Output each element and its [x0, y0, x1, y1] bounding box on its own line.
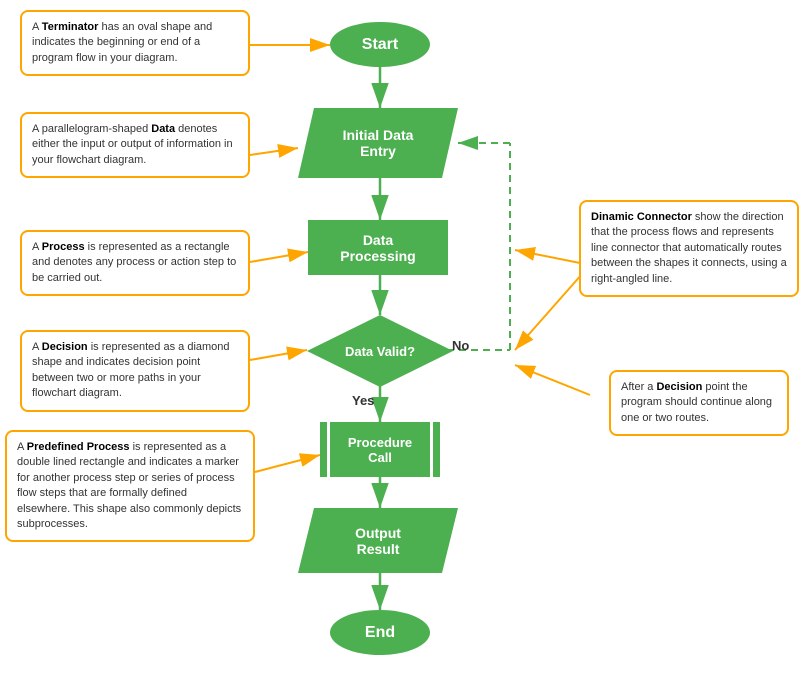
initial-data-label: Initial DataEntry: [343, 127, 414, 159]
callout-predefined-text: is represented as a double lined rectang…: [17, 441, 241, 530]
no-label: No: [452, 338, 469, 353]
data-valid-label: Data Valid?: [345, 344, 415, 359]
callout-data-bold: Data: [151, 123, 175, 135]
callout-predefined-bold: Predefined Process: [27, 441, 130, 453]
data-valid-shape: Data Valid?: [307, 315, 453, 387]
output-result-label: OutputResult: [355, 525, 401, 557]
callout-predefined: A Predefined Process is represented as a…: [5, 430, 255, 542]
data-processing-label: DataProcessing: [340, 232, 415, 264]
callout-decision: A Decision is represented as a diamond s…: [20, 330, 250, 412]
callout-decision-route: After a Decision point the program shoul…: [609, 370, 789, 436]
start-label: Start: [362, 36, 398, 54]
data-processing-shape: DataProcessing: [308, 220, 448, 275]
callout-decision-route-prefix: After a: [621, 381, 656, 393]
yes-label: Yes: [352, 393, 374, 408]
callout-terminator-bold: Terminator: [42, 21, 99, 33]
output-result-shape: OutputResult: [298, 508, 458, 573]
procedure-call-label: ProcedureCall: [348, 435, 412, 465]
flowchart-container: A Terminator has an oval shape and indic…: [0, 0, 809, 680]
callout-data-prefix: A parallelogram-shaped: [32, 123, 151, 135]
callout-decision-route-bold: Decision: [656, 381, 702, 393]
initial-data-shape: Initial DataEntry: [298, 108, 458, 178]
callout-process-prefix: A: [32, 241, 42, 253]
end-shape: End: [330, 610, 430, 655]
callout-process: A Process is represented as a rectangle …: [20, 230, 250, 296]
callout-process-bold: Process: [42, 241, 85, 253]
callout-decision-prefix: A: [32, 341, 42, 353]
start-shape: Start: [330, 22, 430, 67]
callout-connector-bold: Dinamic Connector: [591, 211, 692, 223]
callout-connector: Dinamic Connector show the direction tha…: [579, 200, 799, 297]
callout-predefined-prefix: A: [17, 441, 27, 453]
data-valid-container: Data Valid?: [307, 315, 453, 387]
callout-terminator: A Terminator has an oval shape and indic…: [20, 10, 250, 76]
callout-decision-bold: Decision: [42, 341, 88, 353]
procedure-call-shape: ProcedureCall: [320, 422, 440, 477]
callout-data: A parallelogram-shaped Data denotes eith…: [20, 112, 250, 178]
end-label: End: [365, 624, 395, 642]
